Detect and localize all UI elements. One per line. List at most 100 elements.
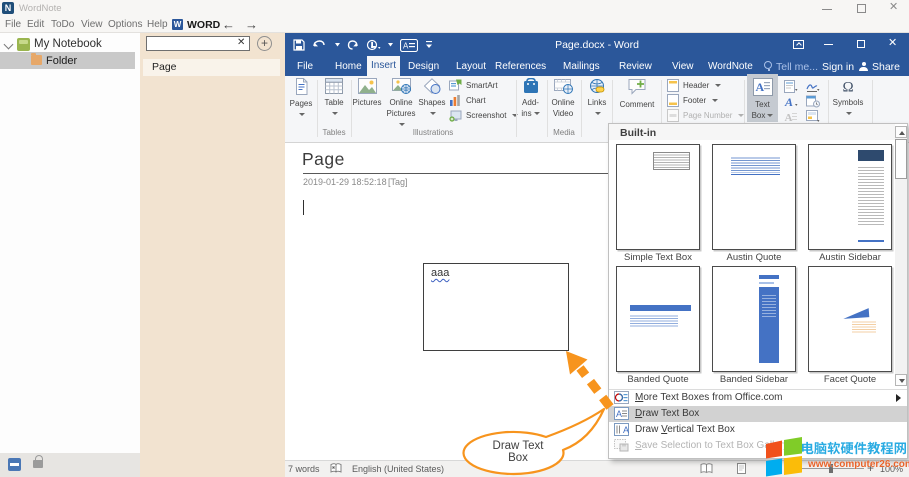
watermark-site-name — [802, 441, 906, 455]
table-label: Table — [324, 98, 343, 107]
ribbon-addins-button[interactable]: Add- ins — [517, 78, 544, 119]
tab-design[interactable]: Design — [408, 61, 439, 72]
ribbon-pictures-button[interactable]: Pictures — [352, 78, 382, 108]
wordnote-menu-todo[interactable]: ToDo — [51, 19, 74, 30]
gallery-scrollbar-thumb[interactable] — [895, 139, 907, 179]
document-heading-rule — [303, 173, 608, 174]
tell-me-box[interactable]: Tell me... — [776, 61, 818, 73]
wordnote-minimize-button[interactable] — [822, 9, 832, 10]
wordnote-close-button[interactable]: ✕ — [889, 1, 898, 14]
tab-references[interactable]: References — [495, 61, 546, 72]
gallery-item-simple-text-box[interactable] — [616, 144, 700, 250]
menu-item-draw-vertical-text-box[interactable]: A Draw Vertical Text Box — [609, 422, 907, 438]
ribbon-comment-button[interactable]: Comment — [615, 78, 659, 110]
qat-textbox-icon[interactable]: A — [400, 39, 418, 52]
wordnote-menu-help[interactable]: Help — [147, 19, 168, 30]
ribbon-separator — [351, 80, 352, 137]
qat-customize-icon[interactable] — [425, 40, 433, 50]
pages-label: Pages — [290, 99, 313, 108]
gallery-scroll-down-button[interactable] — [895, 374, 907, 386]
ribbon-chart-button[interactable]: Chart — [449, 93, 486, 108]
ribbon-online-video-button[interactable]: Online Video — [548, 78, 578, 119]
wordnote-menu-view[interactable]: View — [81, 19, 103, 30]
sidebar-item-notebook[interactable]: My Notebook — [34, 38, 102, 50]
new-note-icon[interactable] — [8, 458, 21, 471]
touch-mode-icon[interactable] — [366, 39, 381, 52]
menu-item-draw-text-box[interactable]: A Draw Text Box — [609, 406, 907, 422]
word-close-button[interactable]: ✕ — [888, 36, 897, 49]
online-pictures-label-1: Online — [389, 98, 412, 107]
svg-text:A: A — [403, 41, 409, 50]
gallery-item-austin-quote[interactable] — [712, 144, 796, 250]
search-clear-icon[interactable]: ✕ — [237, 37, 245, 48]
save-icon[interactable] — [293, 39, 305, 51]
lock-icon[interactable] — [33, 460, 43, 468]
chart-label: Chart — [466, 96, 486, 105]
touch-mode-dropdown-icon[interactable] — [388, 43, 393, 47]
ribbon-separator — [581, 80, 582, 137]
wordnote-maximize-button[interactable] — [857, 4, 866, 13]
ribbon-screenshot-button[interactable]: Screenshot — [449, 108, 518, 123]
tab-review[interactable]: Review — [619, 61, 652, 72]
read-mode-icon[interactable] — [700, 463, 713, 474]
tab-wordnote[interactable]: WordNote — [708, 61, 753, 72]
gallery-item-facet-quote[interactable] — [808, 266, 892, 372]
ribbon-footer-button[interactable]: Footer — [667, 93, 718, 108]
ribbon-links-button[interactable]: Links — [584, 78, 610, 119]
language-status[interactable]: English (United States) — [352, 464, 444, 474]
nav-back-arrow[interactable]: ← — [222, 17, 235, 32]
group-label-illustrations: Illustrations — [398, 128, 468, 137]
scroll-down-arrow-icon — [899, 379, 905, 383]
print-layout-icon[interactable] — [736, 463, 747, 474]
ribbon-separator — [516, 80, 517, 137]
tab-layout[interactable]: Layout — [456, 61, 486, 72]
gallery-item-banded-sidebar[interactable] — [712, 266, 796, 372]
menu-mnemonic: S — [635, 440, 642, 451]
redo-icon[interactable] — [347, 39, 359, 51]
gallery-label-facet-quote: Facet Quote — [802, 374, 898, 385]
gallery-item-banded-quote[interactable] — [616, 266, 700, 372]
search-input[interactable] — [146, 36, 250, 51]
gallery-label-banded-quote: Banded Quote — [610, 374, 706, 385]
ribbon-display-options-icon[interactable] — [793, 40, 804, 49]
ribbon-table-button[interactable]: Table — [318, 78, 350, 119]
tab-insert[interactable]: Insert — [367, 56, 400, 76]
share-button[interactable]: Share — [872, 61, 900, 73]
text-box-icon: A — [753, 78, 773, 96]
tab-mailings[interactable]: Mailings — [563, 61, 600, 72]
quick-access-toolbar: A — [293, 37, 433, 53]
ribbon-header-button[interactable]: Header — [667, 78, 721, 93]
word-minimize-button[interactable] — [824, 44, 833, 45]
wordnote-menu-word[interactable]: WORD — [187, 19, 220, 31]
wordnote-menu-file[interactable]: File — [5, 19, 21, 30]
smartart-label: SmartArt — [466, 81, 498, 90]
nav-forward-arrow[interactable]: → — [245, 17, 258, 32]
wordnote-menu-edit[interactable]: Edit — [27, 19, 44, 30]
tab-home[interactable]: Home — [335, 61, 362, 72]
word-maximize-button[interactable] — [857, 40, 865, 48]
ribbon-shapes-button[interactable]: Shapes — [418, 78, 446, 119]
ribbon-page-number-button[interactable]: Page Number — [667, 108, 744, 123]
undo-dropdown-icon[interactable] — [335, 43, 340, 47]
austin-quote-preview-line — [731, 174, 780, 175]
table-icon — [325, 78, 343, 94]
ribbon-symbols-button[interactable]: Ω Symbols — [831, 78, 865, 119]
ribbon-pages-button[interactable]: Pages — [286, 78, 316, 120]
drawn-text-box[interactable]: aaa — [423, 263, 569, 351]
share-person-icon — [859, 62, 868, 71]
proofing-status-icon[interactable] — [330, 463, 342, 474]
gallery-item-austin-sidebar[interactable] — [808, 144, 892, 250]
gallery-label-simple-text-box: Simple Text Box — [610, 252, 706, 263]
menu-item-more-text-boxes[interactable]: More Text Boxes from Office.com — [609, 390, 907, 406]
undo-icon[interactable] — [312, 39, 328, 51]
ribbon-smartart-button[interactable]: SmartArt — [449, 78, 498, 93]
wordnote-menu-options[interactable]: Options — [108, 19, 142, 30]
sign-in-link[interactable]: Sign in — [822, 61, 854, 73]
word-count[interactable]: 7 words — [288, 464, 320, 474]
tab-view[interactable]: View — [672, 61, 694, 72]
ribbon-textbox-button[interactable]: A Text Box — [747, 74, 778, 122]
tab-file[interactable]: File — [297, 61, 313, 72]
add-page-button[interactable]: + — [257, 36, 272, 51]
ribbon-online-pictures-button[interactable]: Online Pictures — [386, 78, 416, 130]
gallery-scroll-up-button[interactable] — [895, 126, 907, 138]
